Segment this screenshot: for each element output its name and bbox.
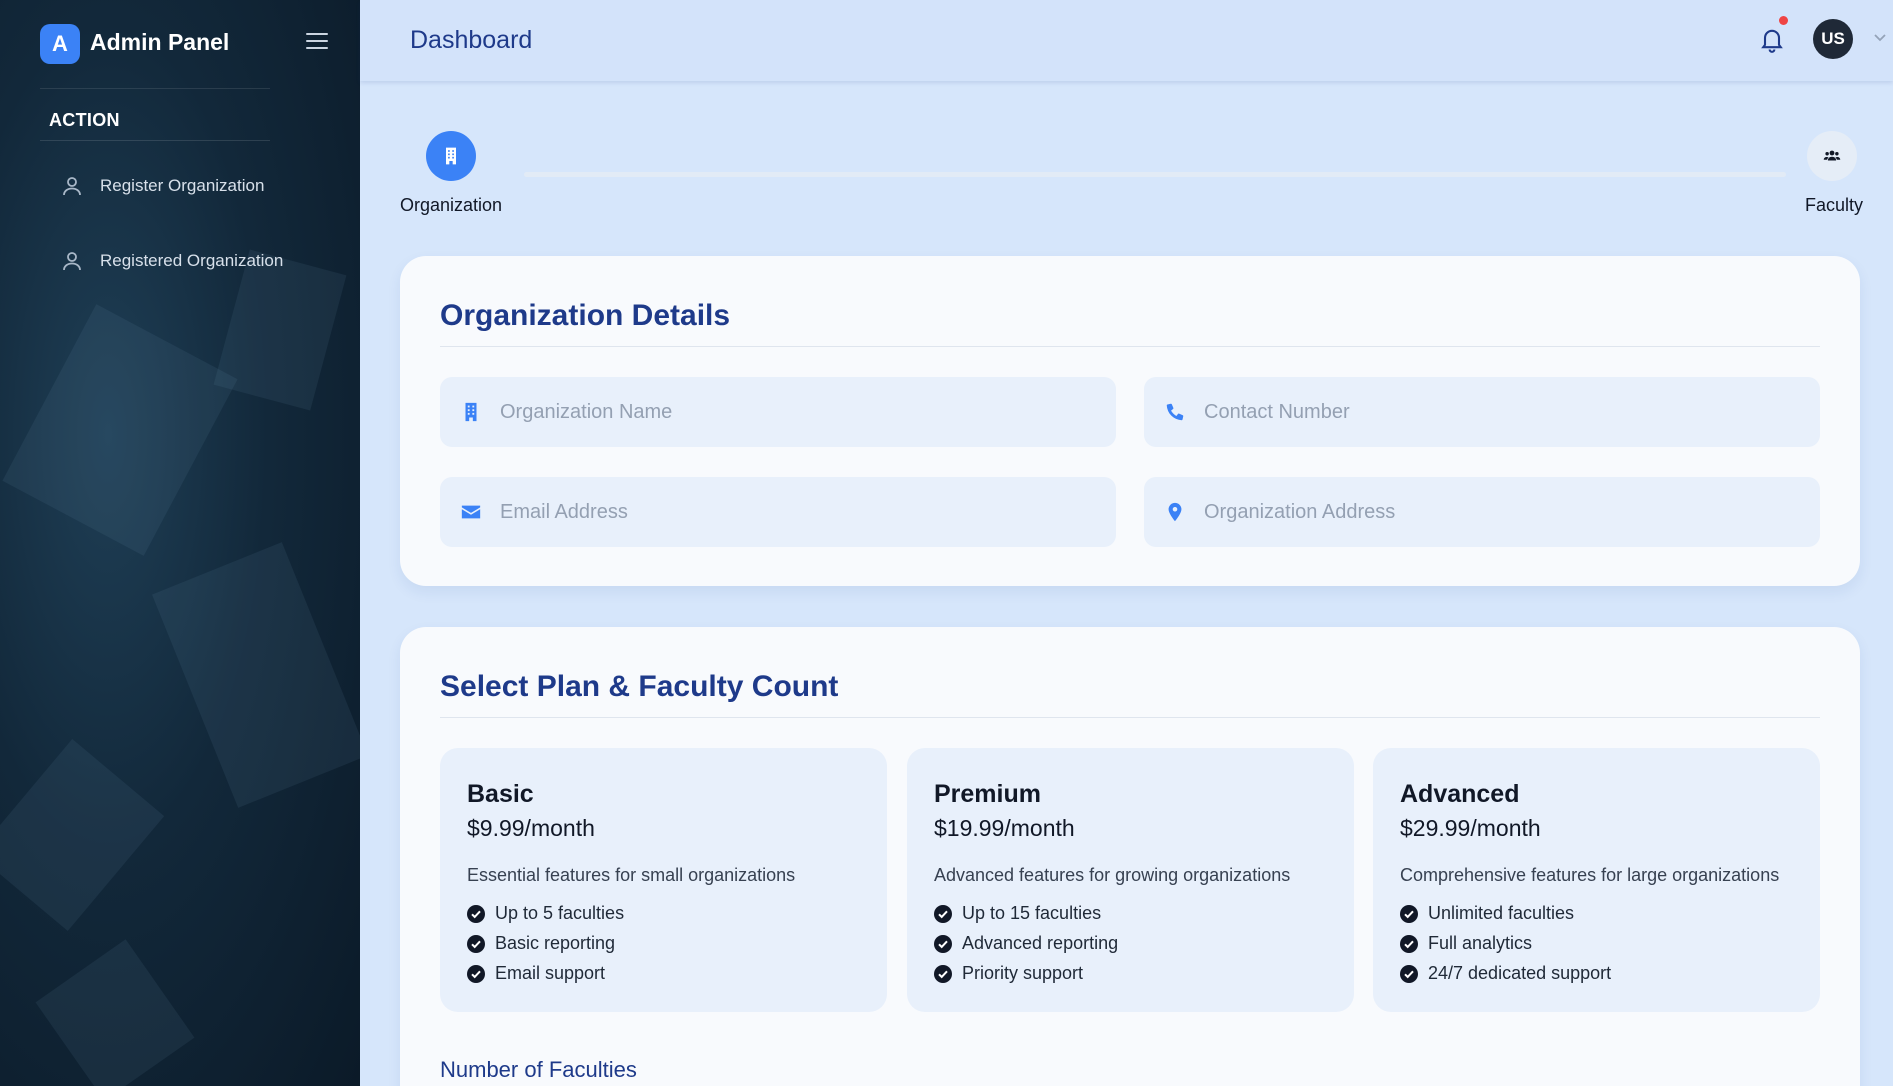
plan-feature: Up to 15 faculties	[934, 903, 1101, 924]
card-divider	[440, 346, 1820, 347]
plan-feature: Unlimited faculties	[1400, 903, 1574, 924]
background-decoration	[2, 304, 238, 556]
check-circle-icon	[467, 934, 485, 953]
app-title: Admin Panel	[90, 29, 230, 55]
plan-card-premium[interactable]: Premium $19.99/month Advanced features f…	[907, 748, 1354, 1012]
card-divider	[440, 717, 1820, 718]
page-title: Dashboard	[410, 26, 533, 54]
contact-number-field[interactable]	[1144, 377, 1820, 447]
plan-description: Comprehensive features for large organiz…	[1400, 865, 1780, 885]
plan-card-basic[interactable]: Basic $9.99/month Essential features for…	[440, 748, 887, 1012]
plan-feature-text: Email support	[495, 963, 606, 983]
plan-feature-text: Priority support	[962, 963, 1084, 983]
chevron-down-icon[interactable]	[1873, 33, 1887, 43]
notification-dot	[1779, 16, 1788, 25]
plan-feature: 24/7 dedicated support	[1400, 963, 1611, 984]
check-circle-icon	[1400, 964, 1418, 983]
plan-feature: Up to 5 faculties	[467, 903, 624, 924]
plan-feature: Email support	[467, 963, 605, 984]
contact-number-input[interactable]	[1204, 400, 1804, 424]
plan-feature-text: Advanced reporting	[962, 933, 1119, 953]
organization-name-input[interactable]	[500, 400, 1100, 424]
email-address-field[interactable]	[440, 477, 1116, 547]
user-icon	[63, 177, 81, 196]
plan-selection-card: Select Plan & Faculty Count Basic $9.99/…	[400, 627, 1860, 1086]
plan-feature: Advanced reporting	[934, 933, 1118, 954]
plan-price: $29.99/month	[1400, 815, 1541, 841]
envelope-icon	[461, 505, 481, 519]
sidebar-item-label: Register Organization	[100, 176, 265, 195]
plan-price: $19.99/month	[934, 815, 1075, 841]
sidebar-section-title: ACTION	[49, 110, 120, 130]
sidebar-header: A Admin Panel	[0, 0, 360, 88]
organization-details-title: Organization Details	[440, 299, 731, 332]
plan-feature: Basic reporting	[467, 933, 615, 954]
plan-feature: Priority support	[934, 963, 1083, 984]
plan-feature-text: Basic reporting	[495, 933, 616, 953]
plan-description: Advanced features for growing organizati…	[934, 865, 1291, 885]
users-icon	[1823, 150, 1841, 161]
check-circle-icon	[934, 964, 952, 983]
background-decoration	[0, 738, 165, 932]
top-header: Dashboard US	[360, 0, 1893, 81]
app-logo: A	[40, 24, 80, 64]
location-pin-icon	[1168, 502, 1182, 522]
check-circle-icon	[467, 964, 485, 983]
organization-address-field[interactable]	[1144, 477, 1820, 547]
plan-feature-text: 24/7 dedicated support	[1428, 963, 1612, 983]
plan-name: Basic	[467, 780, 534, 808]
plan-card-advanced[interactable]: Advanced $29.99/month Comprehensive feat…	[1373, 748, 1820, 1012]
plan-feature-text: Unlimited faculties	[1428, 903, 1575, 923]
plan-selection-title: Select Plan & Faculty Count	[440, 670, 839, 703]
check-circle-icon	[467, 904, 485, 923]
phone-icon	[1166, 403, 1184, 421]
step-faculty-circle[interactable]	[1807, 131, 1857, 181]
sidebar-item-label: Registered Organization	[100, 251, 284, 270]
plan-price: $9.99/month	[467, 815, 595, 841]
plan-feature-text: Full analytics	[1428, 933, 1533, 953]
plan-description: Essential features for small organizatio…	[467, 865, 796, 885]
background-decoration	[152, 542, 360, 808]
plan-feature-text: Up to 15 faculties	[962, 903, 1102, 923]
email-address-input[interactable]	[500, 500, 1100, 524]
sidebar-item-registered-organization[interactable]: Registered Organization	[60, 241, 340, 281]
notification-bell-icon[interactable]	[1758, 16, 1788, 54]
building-icon	[465, 402, 477, 422]
sidebar-divider	[40, 140, 270, 141]
background-decoration	[35, 939, 195, 1086]
building-icon	[446, 147, 456, 165]
sidebar: A Admin Panel ACTION Register Organizati…	[0, 0, 360, 1086]
stepper-progress-line	[524, 172, 1786, 177]
organization-name-field[interactable]	[440, 377, 1116, 447]
plan-feature: Full analytics	[1400, 933, 1532, 954]
plan-name: Advanced	[1400, 780, 1520, 808]
faculty-count-label: Number of Faculties	[440, 1057, 637, 1082]
check-circle-icon	[934, 904, 952, 923]
plan-feature-text: Up to 5 faculties	[495, 903, 625, 923]
step-organization-circle[interactable]	[426, 131, 476, 181]
user-icon	[63, 252, 81, 271]
sidebar-divider	[40, 88, 270, 89]
check-circle-icon	[934, 934, 952, 953]
plan-name: Premium	[934, 780, 1041, 808]
menu-toggle-icon[interactable]	[306, 33, 328, 51]
check-circle-icon	[1400, 934, 1418, 953]
step-faculty-label: Faculty	[1805, 195, 1864, 215]
organization-details-card: Organization Details	[400, 256, 1860, 586]
organization-address-input[interactable]	[1204, 500, 1804, 524]
step-organization-label: Organization	[400, 195, 503, 215]
sidebar-item-register-organization[interactable]: Register Organization	[60, 166, 340, 206]
check-circle-icon	[1400, 904, 1418, 923]
user-avatar[interactable]: US	[1813, 19, 1853, 59]
